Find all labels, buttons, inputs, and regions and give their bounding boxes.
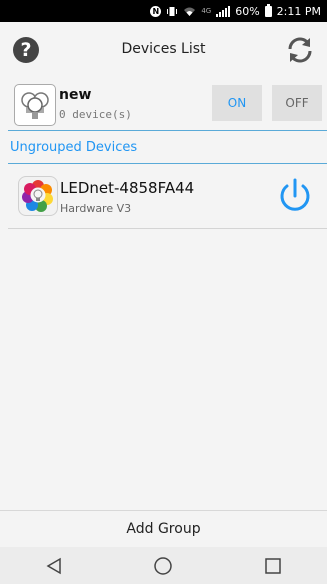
group-device-count: 0 device(s) — [59, 108, 132, 121]
power-icon — [280, 178, 310, 211]
group-name: new — [59, 87, 92, 103]
vibrate-icon — [166, 6, 178, 17]
bulb-group-icon — [14, 84, 56, 126]
device-hardware-version: Hardware V3 — [60, 202, 132, 215]
group-row[interactable]: new 0 device(s) ON OFF — [8, 82, 327, 130]
signal-icon — [216, 5, 231, 17]
divider — [8, 228, 327, 229]
refresh-button[interactable] — [285, 35, 315, 65]
device-row[interactable]: LEDnet-4858FA44 Hardware V3 — [8, 164, 327, 228]
section-title: Ungrouped Devices — [10, 140, 138, 155]
status-bar: N 4G 60% 2:11 PM — [0, 0, 327, 22]
page-title: Devices List — [121, 41, 206, 57]
group-off-button[interactable]: OFF — [272, 85, 322, 121]
device-power-button[interactable] — [276, 176, 314, 216]
add-group-button[interactable]: Add Group — [0, 511, 327, 547]
home-icon[interactable] — [153, 556, 173, 576]
app-header: ? Devices List — [0, 22, 327, 78]
refresh-icon — [288, 37, 312, 63]
network-type-label: 4G — [201, 7, 212, 15]
recent-apps-icon[interactable] — [264, 557, 282, 575]
divider — [8, 130, 327, 131]
battery-percentage: 60% — [235, 4, 260, 18]
color-bulb-icon — [18, 176, 58, 216]
device-name: LEDnet-4858FA44 — [60, 179, 195, 197]
wifi-icon — [183, 6, 196, 17]
navigation-bar — [0, 547, 327, 584]
nfc-icon: N — [150, 5, 162, 17]
back-icon[interactable] — [45, 557, 63, 575]
battery-icon — [264, 3, 272, 17]
group-on-button[interactable]: ON — [212, 85, 262, 121]
clock: 2:11 PM — [276, 4, 321, 18]
